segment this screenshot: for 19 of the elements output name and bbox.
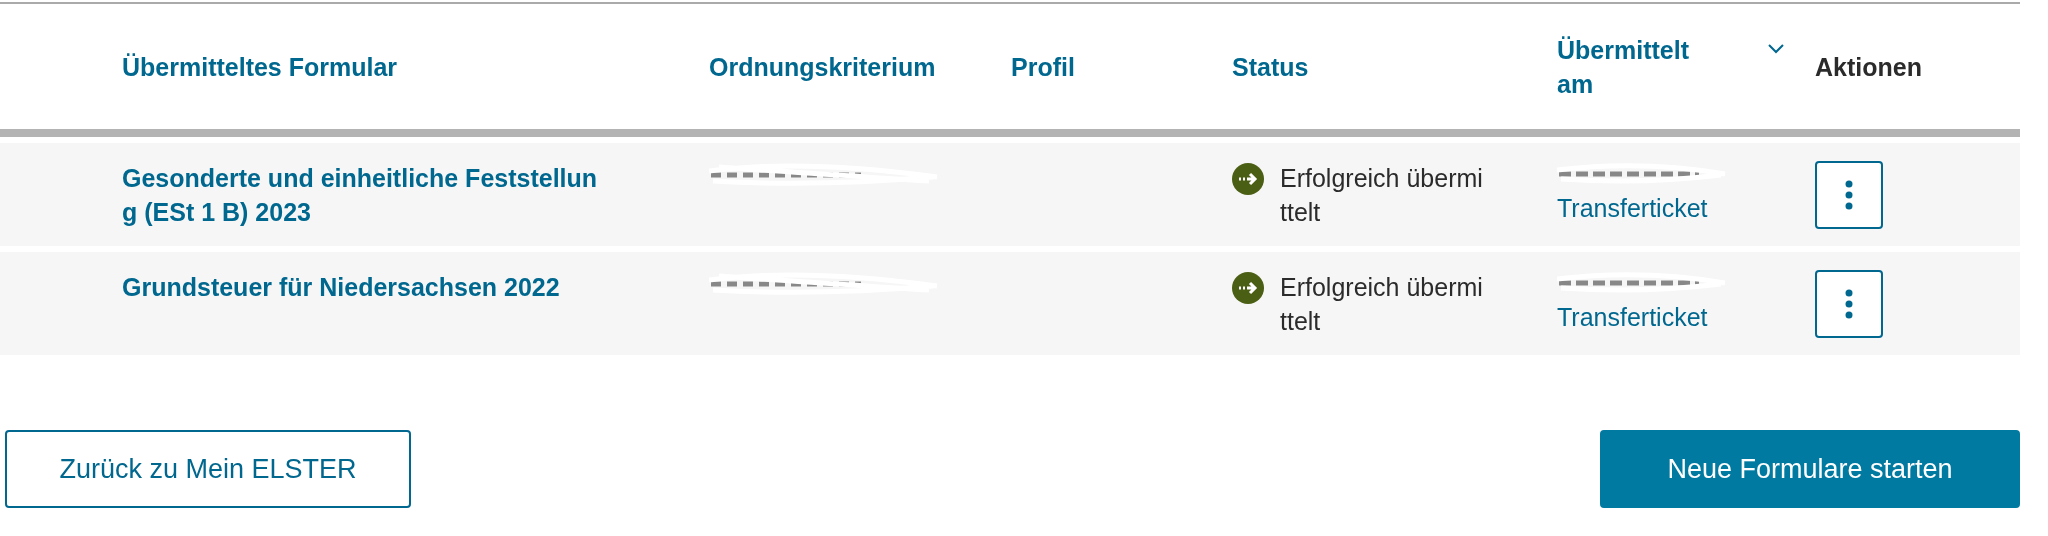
column-header[interactable]: Status [1232,49,1309,84]
chevron-down-icon[interactable] [1767,42,1785,54]
column-header[interactable]: Übermitteltes Formular [122,49,398,84]
transfer-ticket-link[interactable]: Transferticket [1557,300,1708,334]
form-link[interactable]: Grundsteuer für Niedersachsen 2022 [122,270,607,304]
transfer-ticket-link[interactable]: Transferticket [1557,191,1708,225]
more-options-button[interactable] [1815,270,1883,338]
kebab-icon [1845,289,1853,319]
start-forms-button[interactable]: Neue Formulare starten [1600,430,2020,508]
column-header: Aktionen [1815,51,1922,83]
column-header[interactable]: Übermittelt am [1557,32,1717,101]
status-text: Erfolgreich übermittelt [1280,272,1484,337]
back-button[interactable]: Zurück zu Mein ELSTER [5,430,411,508]
form-link[interactable]: Gesonderte und einheitliche Feststellung (ESt 1 B) 2023 [122,161,607,229]
column-header[interactable]: Ordnungskriterium [709,49,936,84]
column-header[interactable]: Profil [1011,49,1075,84]
kebab-icon [1845,180,1853,210]
more-options-button[interactable] [1815,161,1883,229]
status-text: Erfolgreich übermittelt [1280,163,1484,228]
